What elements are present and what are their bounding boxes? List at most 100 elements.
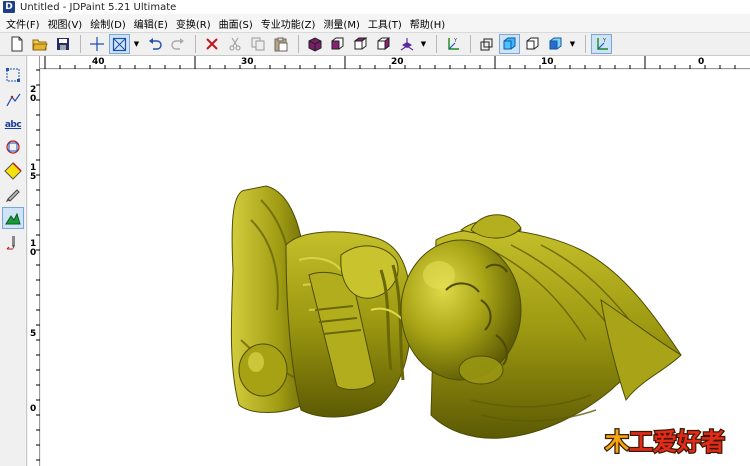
iso-axes-icon: [400, 38, 413, 51]
redo-icon: [170, 38, 184, 50]
open-folder-icon: [31, 39, 48, 51]
circle-transform-icon: [6, 140, 20, 154]
toolbar-separator: [585, 35, 586, 53]
toolbar-separator: [470, 35, 471, 53]
sculpt-tool[interactable]: [2, 183, 24, 205]
open-file-button[interactable]: [29, 34, 50, 54]
wireframe-button[interactable]: [476, 34, 497, 54]
toolbar-separator: [80, 35, 81, 53]
delete-button[interactable]: [201, 34, 222, 54]
render-cube-icon: [549, 37, 562, 49]
menu-surface[interactable]: 曲面(S): [217, 16, 259, 31]
local-axes-icon: Y: [596, 38, 608, 50]
render-mode-dropdown[interactable]: ▼: [568, 34, 577, 54]
curve-tool[interactable]: [2, 89, 24, 111]
cube-side-icon: [377, 36, 390, 50]
redo-button[interactable]: [167, 34, 188, 54]
surface-diamond-icon: [4, 162, 22, 180]
hidden-line-button[interactable]: [522, 34, 543, 54]
iso-view-button[interactable]: [396, 34, 417, 54]
paste-button[interactable]: [270, 34, 291, 54]
chevron-down-icon: ▼: [133, 40, 140, 48]
ruler-label-v15: 1 5: [30, 163, 37, 182]
relief-mountain-icon: [5, 212, 21, 225]
window-title: Untitled - JDPaint 5.21 Ultimate: [20, 1, 177, 13]
local-coordinate-button[interactable]: Y: [591, 34, 612, 54]
menu-tools[interactable]: 工具(T): [366, 16, 408, 31]
scissors-icon: [229, 37, 240, 51]
title-bar: D Untitled - JDPaint 5.21 Ultimate: [0, 0, 750, 14]
polyline-icon: [6, 93, 21, 107]
undo-button[interactable]: [144, 34, 165, 54]
xyz-axes-icon: Y: [447, 38, 459, 50]
relief-model: [230, 185, 682, 439]
undo-icon: [148, 38, 162, 50]
delete-x-icon: [205, 38, 218, 50]
ruler-label-30: 30: [241, 57, 254, 67]
cube-top-icon: [353, 37, 368, 49]
menu-transform[interactable]: 变换(R): [174, 16, 217, 31]
menu-measure[interactable]: 测量(M): [321, 16, 365, 31]
save-button[interactable]: [52, 34, 73, 54]
top-view-button[interactable]: [350, 34, 371, 54]
copy-icon: [251, 37, 264, 51]
toolbar-separator: [195, 35, 196, 53]
shaded-cube-icon: [503, 37, 516, 49]
abc-text-icon: abc: [4, 120, 22, 130]
menu-edit[interactable]: 编辑(E): [132, 16, 174, 31]
machining-tool[interactable]: [2, 232, 24, 254]
watermark-logo: 木工爱好者: [604, 427, 726, 456]
horizontal-ruler: 40 30 20 10 0: [40, 56, 750, 69]
main-toolbar: ▼ ▼ Y ▼ Y: [0, 32, 750, 56]
hidden-line-cube-icon: [526, 37, 539, 49]
menu-professional[interactable]: 专业功能(Z): [259, 16, 322, 31]
select-rect-tool[interactable]: [2, 64, 24, 86]
ruler-label-v20: 2 0: [30, 85, 37, 104]
chevron-down-icon: ▼: [569, 40, 576, 48]
menu-bar: 文件(F) 视图(V) 绘制(D) 编辑(E) 变换(R) 曲面(S) 专业功能…: [0, 14, 750, 32]
ruler-label-40: 40: [92, 57, 105, 67]
toolbar-separator: [436, 35, 437, 53]
head: [400, 239, 522, 381]
ruler-label-v5: 5: [30, 329, 37, 339]
transform-tool[interactable]: [2, 136, 24, 158]
left-toolbar: abc: [0, 56, 27, 466]
ruler-label-20: 20: [391, 57, 404, 67]
drawing-canvas[interactable]: 木工爱好者: [41, 70, 750, 466]
side-view-button[interactable]: [373, 34, 394, 54]
window-select-button[interactable]: [109, 34, 130, 54]
machining-drill-icon: [6, 236, 15, 250]
svg-text:Y: Y: [602, 38, 607, 44]
copy-button[interactable]: [247, 34, 268, 54]
sculpt-knife-icon: [5, 189, 20, 202]
ruler-label-v10: 1 0: [30, 239, 37, 258]
coordinate-system-button[interactable]: Y: [442, 34, 463, 54]
surface-tool[interactable]: [2, 160, 24, 182]
svg-text:木工爱好者: 木工爱好者: [604, 428, 725, 456]
solid-view-button[interactable]: [304, 34, 325, 54]
select-mode-dropdown[interactable]: ▼: [132, 34, 141, 54]
svg-text:Y: Y: [453, 38, 458, 44]
render-mode-button[interactable]: [545, 34, 566, 54]
text-tool[interactable]: abc: [2, 114, 24, 136]
view-mode-dropdown[interactable]: ▼: [419, 34, 428, 54]
select-rect-icon: [6, 68, 20, 82]
save-icon: [56, 38, 69, 50]
new-file-icon: [11, 36, 22, 52]
ruler-label-v0: 0: [30, 404, 37, 414]
new-file-button[interactable]: [6, 34, 27, 54]
front-view-button[interactable]: [327, 34, 348, 54]
cut-button[interactable]: [224, 34, 245, 54]
menu-help[interactable]: 帮助(H): [408, 16, 451, 31]
crosshair-icon: [89, 37, 104, 51]
menu-draw[interactable]: 绘制(D): [88, 16, 132, 31]
relief-tool[interactable]: [2, 207, 24, 229]
menu-view[interactable]: 视图(V): [46, 16, 89, 31]
crosshair-button[interactable]: [86, 34, 107, 54]
menu-file[interactable]: 文件(F): [4, 16, 46, 31]
toolbar-separator: [298, 35, 299, 53]
shaded-button[interactable]: [499, 34, 520, 54]
paste-icon: [274, 37, 287, 51]
wireframe-cube-icon: [480, 38, 493, 50]
ruler-label-0: 0: [698, 57, 705, 67]
